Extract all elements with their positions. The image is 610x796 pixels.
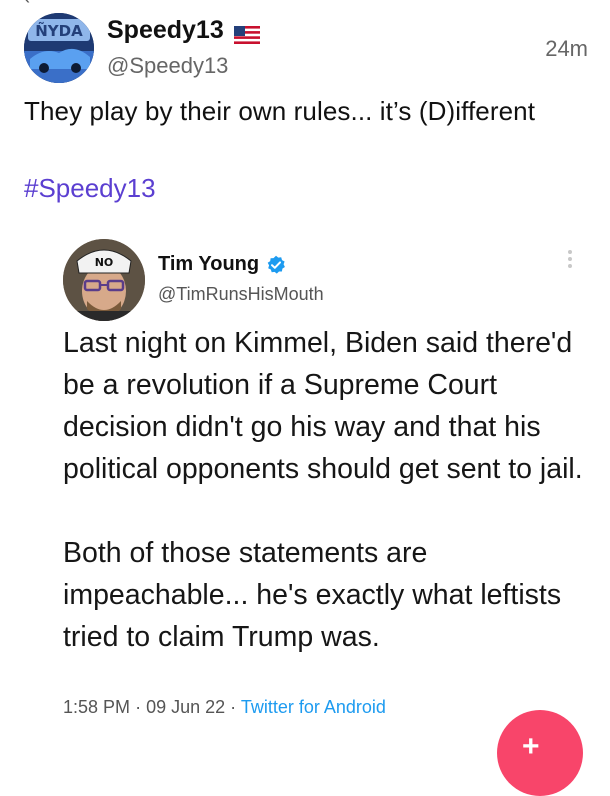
tweet-paragraph-1: Last night on Kimmel, Biden said there'd… bbox=[63, 327, 583, 485]
avatar-image: ÑYDA bbox=[24, 13, 94, 83]
verified-badge-icon bbox=[266, 255, 286, 275]
tweet-body: Last night on Kimmel, Biden said there'd… bbox=[63, 322, 583, 658]
svg-text:ÑYDA: ÑYDA bbox=[35, 21, 83, 40]
tweet-author-name: Tim Young bbox=[158, 253, 260, 275]
tweet-paragraph-2: Both of those statements are impeachable… bbox=[63, 537, 562, 653]
avatar[interactable]: ÑYDA bbox=[24, 13, 94, 83]
hashtag-link[interactable]: #Speedy13 bbox=[24, 173, 156, 204]
tweet-avatar: NO bbox=[63, 239, 145, 321]
author-name[interactable]: Speedy13 bbox=[107, 16, 224, 45]
back-arrow-icon[interactable]: ‹ bbox=[24, 0, 30, 8]
tweet-meta: 1:58 PM · 09 Jun 22 · Twitter for Androi… bbox=[63, 697, 386, 718]
overflow-ellipsis-icon: ⋯ bbox=[328, 0, 346, 7]
tweet-source: Twitter for Android bbox=[240, 697, 386, 717]
author-handle[interactable]: @Speedy13 bbox=[107, 53, 228, 79]
meta-separator: · bbox=[135, 697, 142, 717]
compose-fab-button[interactable]: + bbox=[497, 710, 583, 796]
plus-icon: + bbox=[522, 730, 540, 763]
tweet-avatar-image: NO bbox=[63, 239, 145, 321]
tweet-author-handle: @TimRunsHisMouth bbox=[158, 284, 324, 304]
tweet-author-row: Tim Young bbox=[158, 253, 286, 276]
tweet-time: 1:58 PM bbox=[63, 697, 131, 717]
embedded-tweet-screenshot[interactable]: NO Tim Young @TimRunsHisMouth Last night… bbox=[43, 224, 593, 743]
post-text: They play by their own rules... it’s (D)… bbox=[24, 96, 536, 126]
post-timestamp: 24m bbox=[545, 36, 588, 61]
author-name-row: Speedy13 bbox=[107, 16, 260, 45]
meta-separator: · bbox=[230, 697, 237, 717]
more-options-icon bbox=[567, 248, 573, 270]
svg-text:NO: NO bbox=[95, 256, 114, 269]
us-flag-icon bbox=[233, 22, 260, 44]
tweet-date: 09 Jun 22 bbox=[146, 697, 226, 717]
top-bar: ‹ ⋯ bbox=[0, 0, 610, 8]
